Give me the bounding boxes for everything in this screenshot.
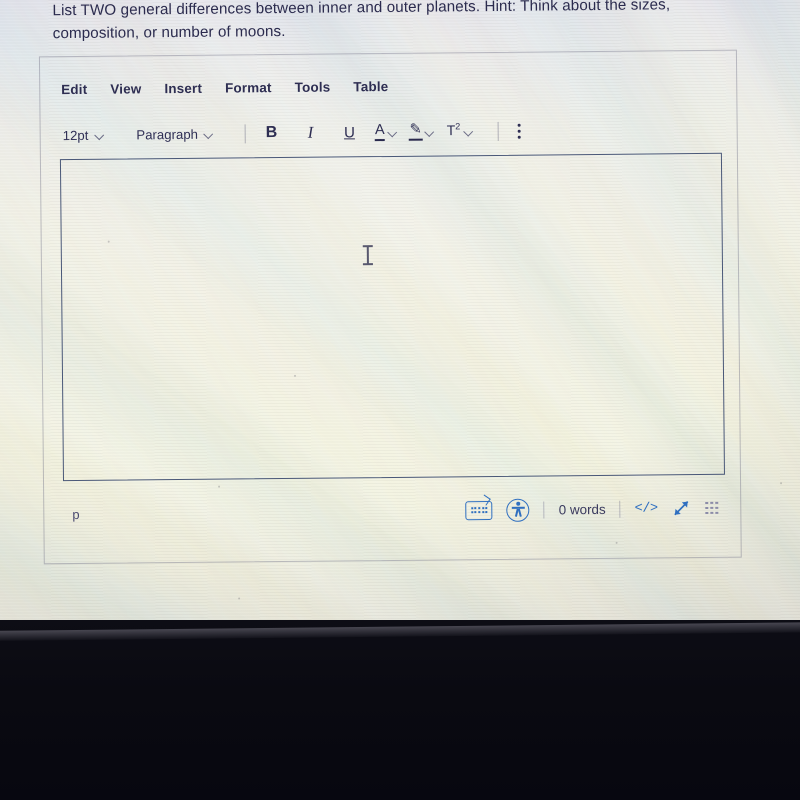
keyboard-keys [471,507,488,514]
block-format-select[interactable]: Paragraph [133,126,217,142]
block-format-value: Paragraph [136,126,199,142]
chevron-down-icon [95,130,104,139]
toolbar-separator [497,121,499,141]
highlighter-pen-icon: ✎ [410,122,422,141]
resize-handle-icon[interactable] [672,498,692,518]
statusbar-right-group: 0 words </> [465,496,736,522]
underline-button[interactable]: U [336,120,363,144]
text-color-button[interactable]: A [375,122,398,141]
accessibility-icon[interactable] [506,498,530,522]
text-color-icon: A [375,122,385,141]
statusbar-separator [543,501,545,519]
drag-grip-icon[interactable] [705,501,719,515]
menu-item-table[interactable]: Table [353,79,388,94]
superscript-icon: T2 [446,121,461,139]
assignment-page: List TWO general differences between inn… [38,0,744,609]
editor-toolbar: 12pt Paragraph B I U A ✎ T2 [60,117,529,149]
math-keyboard-icon[interactable] [465,500,493,520]
chevron-down-icon [426,127,435,136]
kebab-dot [517,129,521,133]
toolbar-separator [244,123,247,143]
kebab-dot [517,135,521,139]
photographed-screen: List TWO general differences between inn… [0,0,800,800]
chevron-down-icon [389,127,398,136]
chevron-down-icon [205,129,214,138]
superscript-button[interactable]: T2 [446,121,474,140]
bold-button[interactable]: B [258,121,285,145]
font-size-value: 12pt [62,127,89,143]
menu-item-format[interactable]: Format [225,80,272,95]
statusbar-separator [619,500,621,518]
menu-item-tools[interactable]: Tools [295,80,331,95]
italic-button[interactable]: I [297,121,324,145]
lcd-screen-area: List TWO general differences between inn… [0,0,800,650]
menu-item-insert[interactable]: Insert [164,81,202,96]
dust-speck [780,482,783,485]
monitor-bezel [0,620,800,800]
chevron-down-icon [464,127,473,136]
menu-item-view[interactable]: View [110,81,141,96]
word-count[interactable]: 0 words [559,501,606,516]
question-prompt: List TWO general differences between inn… [52,0,671,43]
kebab-dot [517,123,521,127]
element-path[interactable]: p [63,506,79,521]
more-options-button[interactable] [510,120,528,142]
editor-menubar: Edit View Insert Format Tools Table [61,79,388,97]
menu-item-edit[interactable]: Edit [61,82,87,97]
accessibility-body [511,506,525,509]
source-code-icon[interactable]: </> [635,501,658,516]
font-size-select[interactable]: 12pt [60,127,108,142]
highlight-color-button[interactable]: ✎ [410,122,435,141]
rich-text-editing-area[interactable] [59,152,725,482]
accessibility-head [516,501,521,506]
